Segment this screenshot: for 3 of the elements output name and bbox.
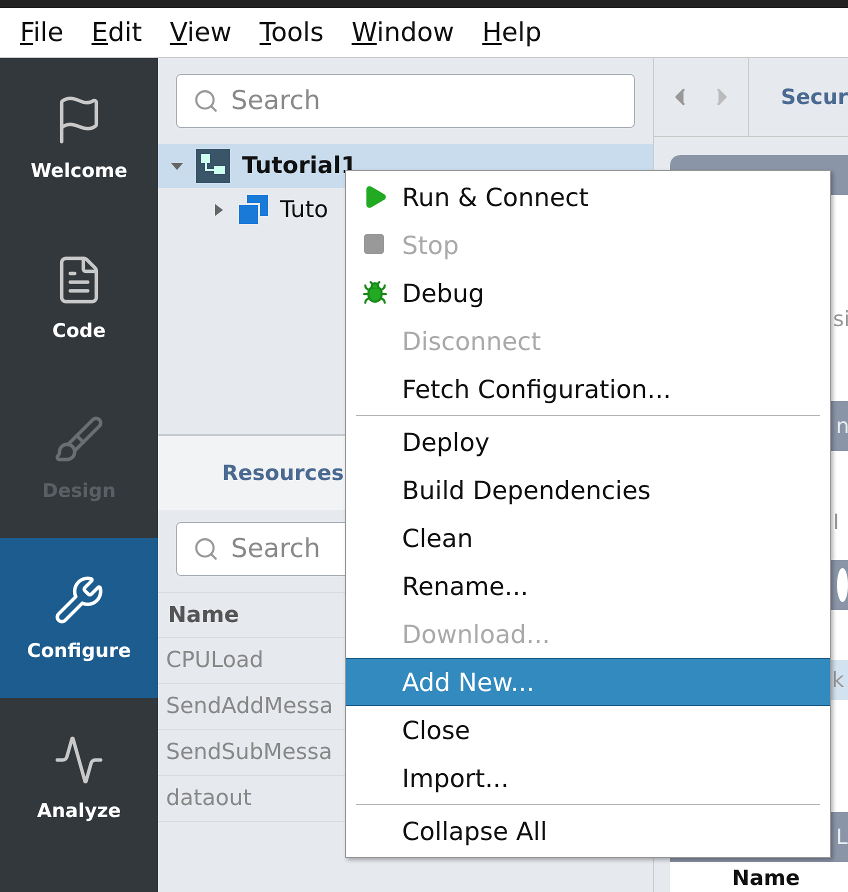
panel-text: si [833, 307, 848, 331]
column-header: Name [732, 866, 800, 890]
panel-text: I [833, 510, 840, 534]
